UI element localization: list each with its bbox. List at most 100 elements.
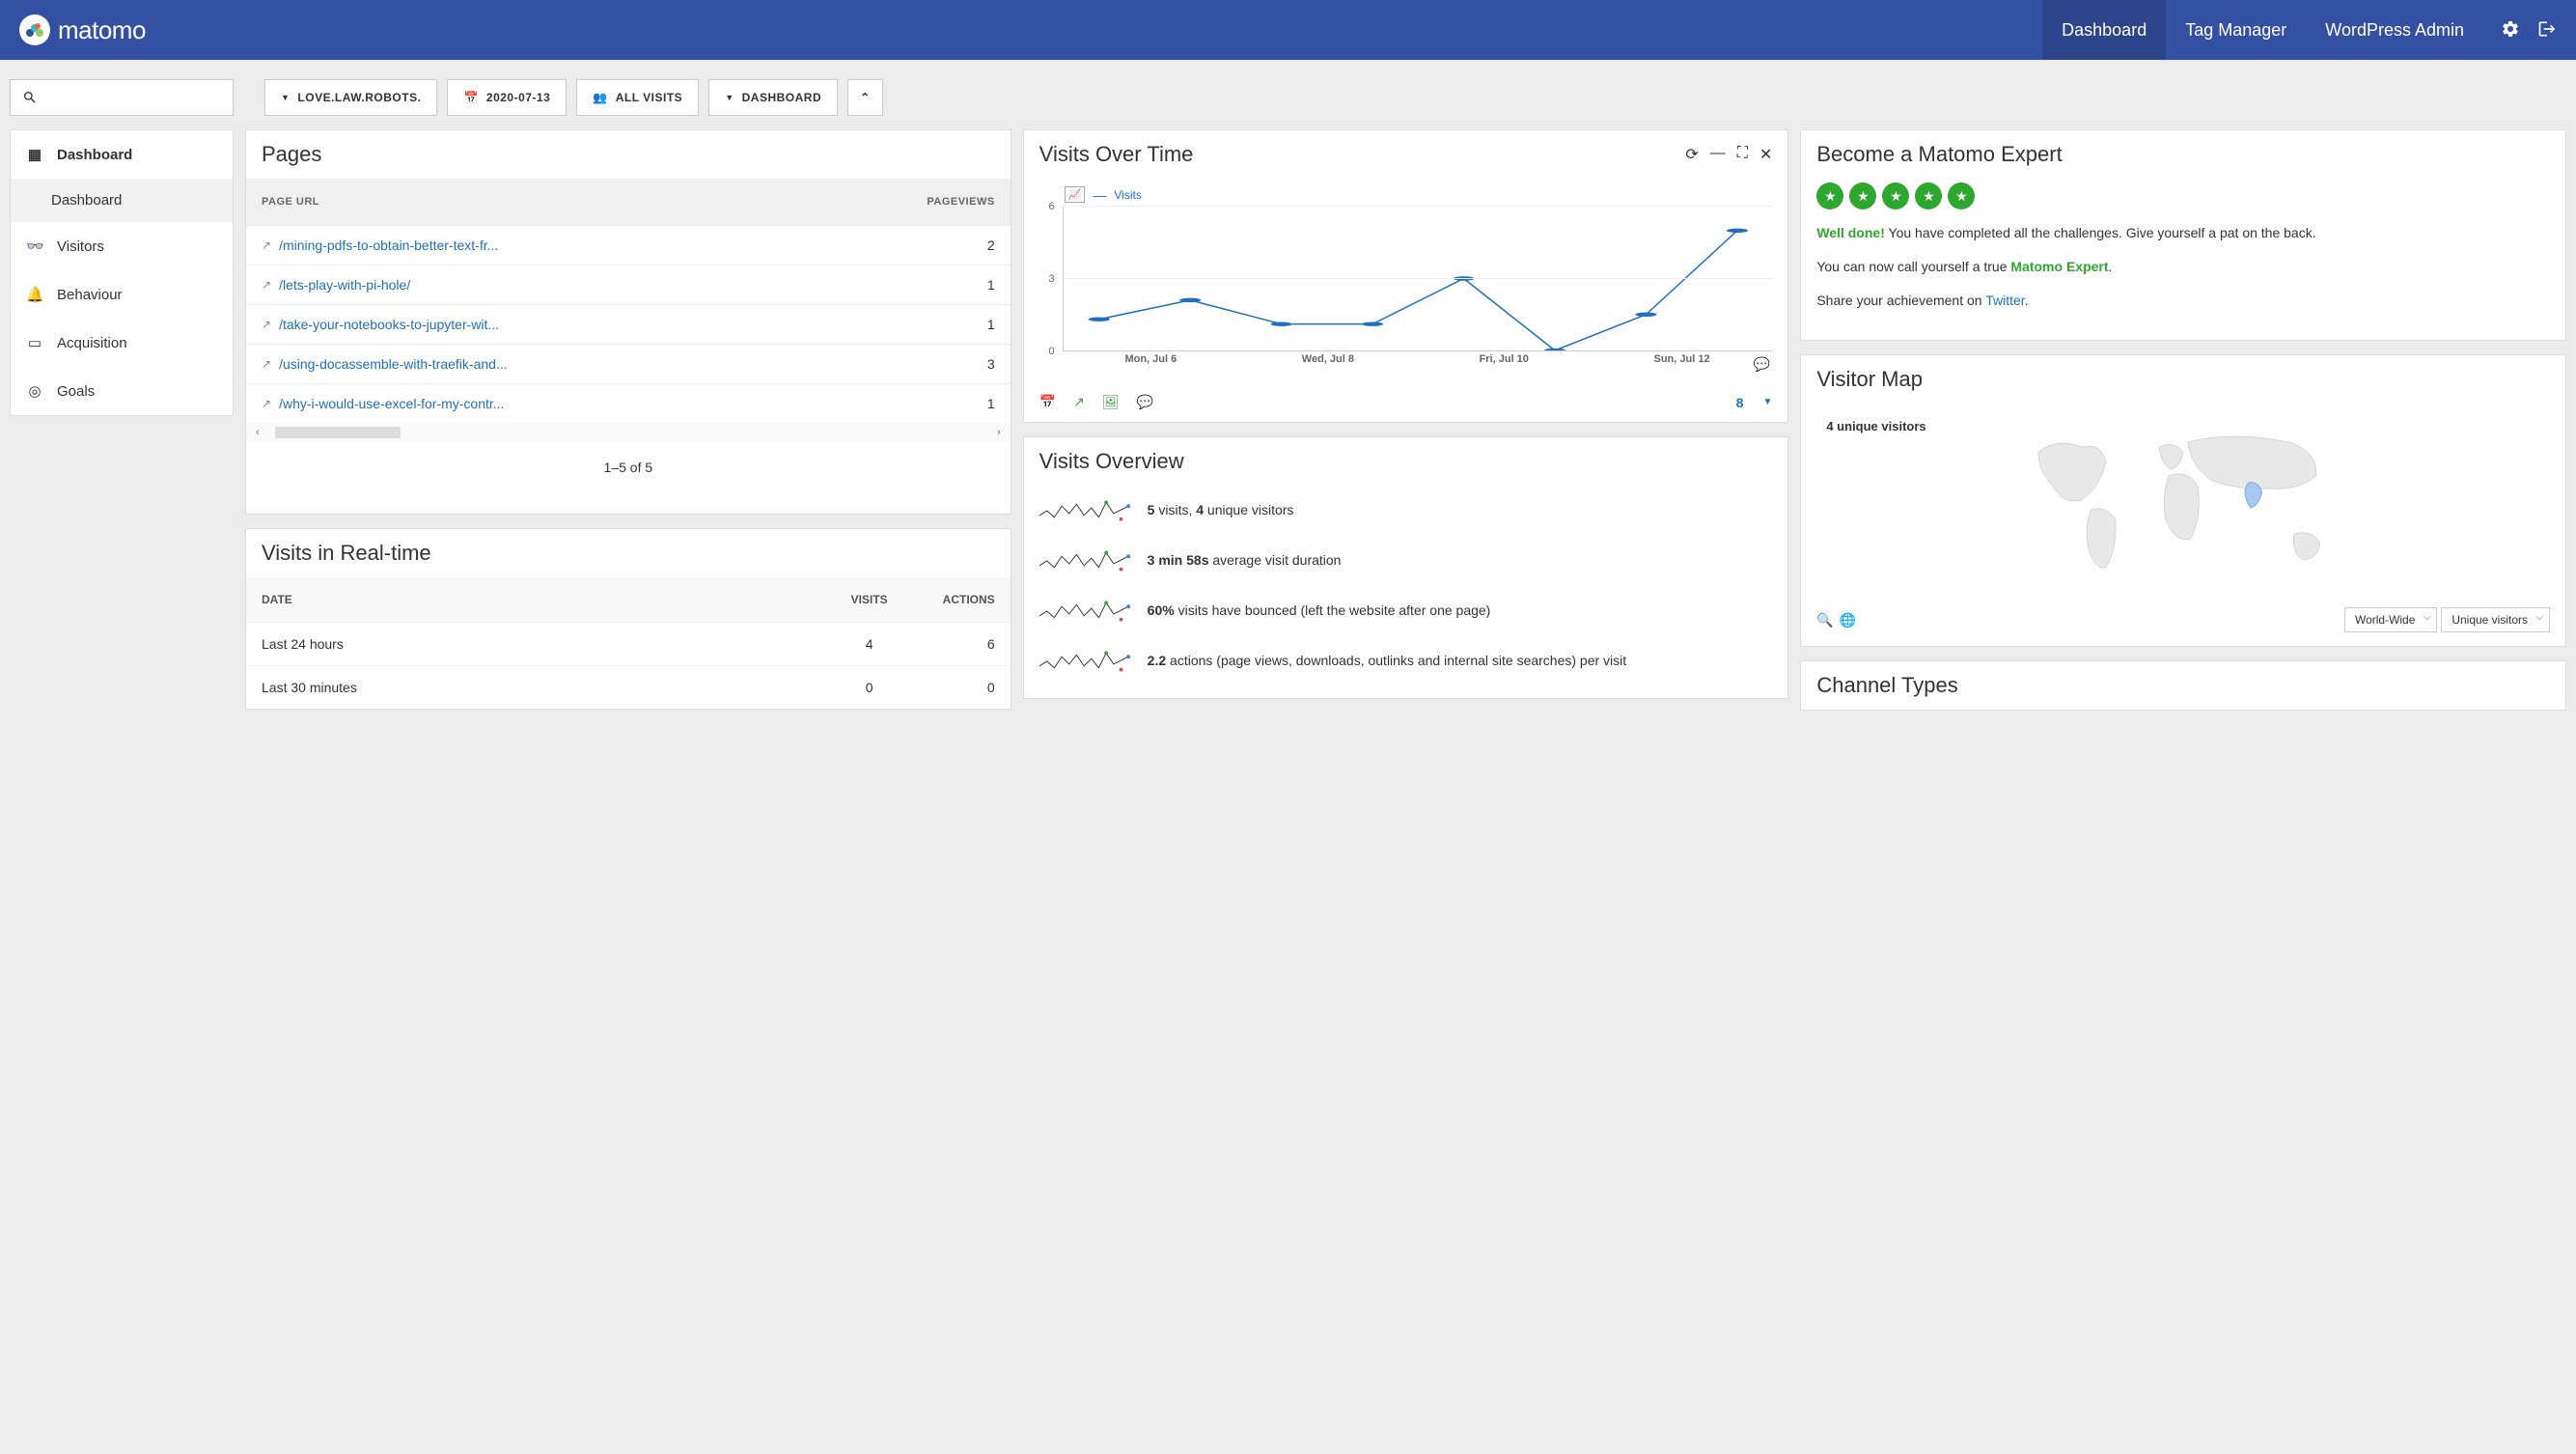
collapse-button[interactable]: ⌃ xyxy=(847,79,883,116)
refresh-icon[interactable]: ⟳ xyxy=(1685,145,1698,164)
visitor-map-widget: Visitor Map 4 unique visitors xyxy=(1800,354,2566,647)
logo-icon xyxy=(19,14,50,45)
control-bar: ▼LOVE.LAW.ROBOTS. 📅2020-07-13 👥ALL VISIT… xyxy=(0,60,2576,129)
realtime-header: DATE VISITS ACTIONS xyxy=(246,577,1011,622)
zoom-icon[interactable]: 🔍 xyxy=(1816,612,1833,629)
close-icon[interactable]: ✕ xyxy=(1759,145,1772,164)
table-row[interactable]: ↗ /mining-pdfs-to-obtain-better-text-fr..… xyxy=(246,225,1011,265)
chevron-down-icon[interactable]: ▼ xyxy=(1762,397,1772,407)
table-row[interactable]: ↗ /take-your-notebooks-to-jupyter-wit...1 xyxy=(246,304,1011,344)
comment-icon[interactable]: 💬 xyxy=(1137,394,1153,410)
overview-metric: 5 visits, 4 unique visitors xyxy=(1024,486,1788,536)
pages-table-header: PAGE URL PAGEVIEWS xyxy=(246,179,1011,225)
globe-icon[interactable]: 🌐 xyxy=(1840,612,1856,629)
star-icon: ★ xyxy=(1948,182,1975,210)
open-link-icon[interactable]: ↗ xyxy=(262,357,271,371)
expert-widget: Become a Matomo Expert ★ ★ ★ ★ ★ Well do… xyxy=(1800,129,2566,341)
open-link-icon[interactable]: ↗ xyxy=(262,397,271,410)
visits-overview-widget: Visits Overview 5 visits, 4 unique visit… xyxy=(1023,436,1789,699)
gear-icon[interactable] xyxy=(2501,19,2520,42)
image-icon[interactable]: 🖼 xyxy=(1102,394,1120,410)
nav-wordpress-admin[interactable]: WordPress Admin xyxy=(2306,0,2483,60)
calendar-icon[interactable]: 📅 xyxy=(1039,394,1056,410)
footer-count: 8 xyxy=(1736,395,1744,410)
table-row[interactable]: ↗/using-docassemble-with-traefik-and...3 xyxy=(246,344,1011,383)
sidebar-item-visitors[interactable]: 👓 Visitors xyxy=(11,222,233,270)
scroll-handle[interactable] xyxy=(275,427,401,438)
overview-metric: 3 min 58s average visit duration xyxy=(1024,536,1788,586)
star-rating: ★ ★ ★ ★ ★ xyxy=(1801,179,2565,223)
map-count-label: 4 unique visitors xyxy=(1822,417,1929,435)
world-map[interactable] xyxy=(1816,413,2550,587)
widget-title: Pages xyxy=(262,142,321,167)
pageview-count: 1 xyxy=(956,317,995,332)
nav-dashboard[interactable]: Dashboard xyxy=(2042,0,2166,60)
channel-types-widget: Channel Types xyxy=(1800,660,2566,711)
map-region-select[interactable]: World-Wide xyxy=(2344,607,2437,632)
widget-title: Become a Matomo Expert xyxy=(1816,142,2062,167)
table-row[interactable]: ↗ /lets-play-with-pi-hole/1 xyxy=(246,265,1011,304)
table-row: Last 30 minutes00 xyxy=(246,665,1011,709)
page-url[interactable]: /mining-pdfs-to-obtain-better-text-fr... xyxy=(279,238,956,253)
twitter-link[interactable]: Twitter xyxy=(1985,293,2024,308)
grid-icon: ▦ xyxy=(26,146,43,163)
target-icon: ◎ xyxy=(26,382,43,400)
chart-footer: 📅 ↗ 🖼 💬 8 ▼ xyxy=(1024,382,1788,422)
maximize-icon[interactable]: ⛶ xyxy=(1737,145,1748,164)
search-icon xyxy=(22,90,38,105)
sidebar-sub-dashboard[interactable]: Dashboard xyxy=(11,179,233,222)
book-icon: ▭ xyxy=(26,334,43,351)
sidebar-item-acquisition[interactable]: ▭ Acquisition xyxy=(11,319,233,367)
pageview-count: 1 xyxy=(956,396,995,411)
logo[interactable]: matomo xyxy=(19,14,146,45)
chevron-up-icon: ⌃ xyxy=(860,91,871,104)
nav-tag-manager[interactable]: Tag Manager xyxy=(2166,0,2306,60)
table-row[interactable]: ↗ /why-i-would-use-excel-for-my-contr...1 xyxy=(246,383,1011,423)
open-link-icon[interactable]: ↗ xyxy=(262,318,271,331)
export-icon[interactable]: ↗ xyxy=(1073,394,1085,410)
pagination-text: 1–5 of 5 xyxy=(246,442,1011,514)
page-url[interactable]: /take-your-notebooks-to-jupyter-wit... xyxy=(279,317,956,332)
star-icon: ★ xyxy=(1882,182,1909,210)
open-link-icon[interactable]: ↗ xyxy=(262,278,271,292)
widget-title: Visitor Map xyxy=(1816,367,1923,392)
open-link-icon[interactable]: ↗ xyxy=(262,238,271,252)
map-metric-select[interactable]: Unique visitors xyxy=(2441,607,2550,632)
annotation-icon[interactable]: 💬 xyxy=(1754,356,1770,373)
page-url[interactable]: /using-docassemble-with-traefik-and... xyxy=(279,356,956,372)
sidebar-item-behaviour[interactable]: 🔔 Behaviour xyxy=(11,270,233,319)
table-horizontal-scrollbar[interactable]: ‹ › xyxy=(246,423,1011,442)
topbar: matomo Dashboard Tag Manager WordPress A… xyxy=(0,0,2576,60)
pages-widget: Pages PAGE URL PAGEVIEWS ↗ /mining-pdfs-t… xyxy=(245,129,1011,515)
page-url[interactable]: /lets-play-with-pi-hole/ xyxy=(279,277,956,293)
minimize-icon[interactable]: — xyxy=(1710,145,1726,164)
chart-type-icon[interactable]: 📈 xyxy=(1065,186,1086,203)
search-input[interactable] xyxy=(10,79,234,116)
page-url[interactable]: /why-i-would-use-excel-for-my-contr... xyxy=(279,396,956,411)
star-icon: ★ xyxy=(1915,182,1942,210)
logout-icon[interactable] xyxy=(2537,19,2557,42)
sparkline xyxy=(1039,646,1132,677)
sidebar-item-dashboard[interactable]: ▦ Dashboard xyxy=(11,130,233,179)
bell-icon: 🔔 xyxy=(26,286,43,303)
site-selector[interactable]: ▼LOVE.LAW.ROBOTS. xyxy=(264,79,437,116)
logo-text: matomo xyxy=(58,15,146,45)
sparkline xyxy=(1039,545,1132,576)
overview-metric: 2.2 actions (page views, downloads, outl… xyxy=(1024,636,1788,686)
sidebar-item-goals[interactable]: ◎ Goals xyxy=(11,367,233,415)
pageview-count: 1 xyxy=(956,277,995,293)
widget-title: Channel Types xyxy=(1816,673,1957,698)
scroll-right-icon[interactable]: › xyxy=(997,427,1001,438)
sparkline xyxy=(1039,495,1132,526)
calendar-icon: 📅 xyxy=(463,91,478,104)
realtime-widget: Visits in Real-time DATE VISITS ACTIONS … xyxy=(245,528,1011,710)
dashboard-selector[interactable]: ▼DASHBOARD xyxy=(708,79,838,116)
table-row: Last 24 hours46 xyxy=(246,622,1011,665)
visitors-icon: 👓 xyxy=(26,238,43,255)
pageview-count: 2 xyxy=(956,238,995,253)
sparkline xyxy=(1039,596,1132,627)
widget-title: Visits in Real-time xyxy=(262,541,431,566)
date-selector[interactable]: 📅2020-07-13 xyxy=(447,79,567,116)
scroll-left-icon[interactable]: ‹ xyxy=(256,427,260,438)
segment-selector[interactable]: 👥ALL VISITS xyxy=(576,79,699,116)
